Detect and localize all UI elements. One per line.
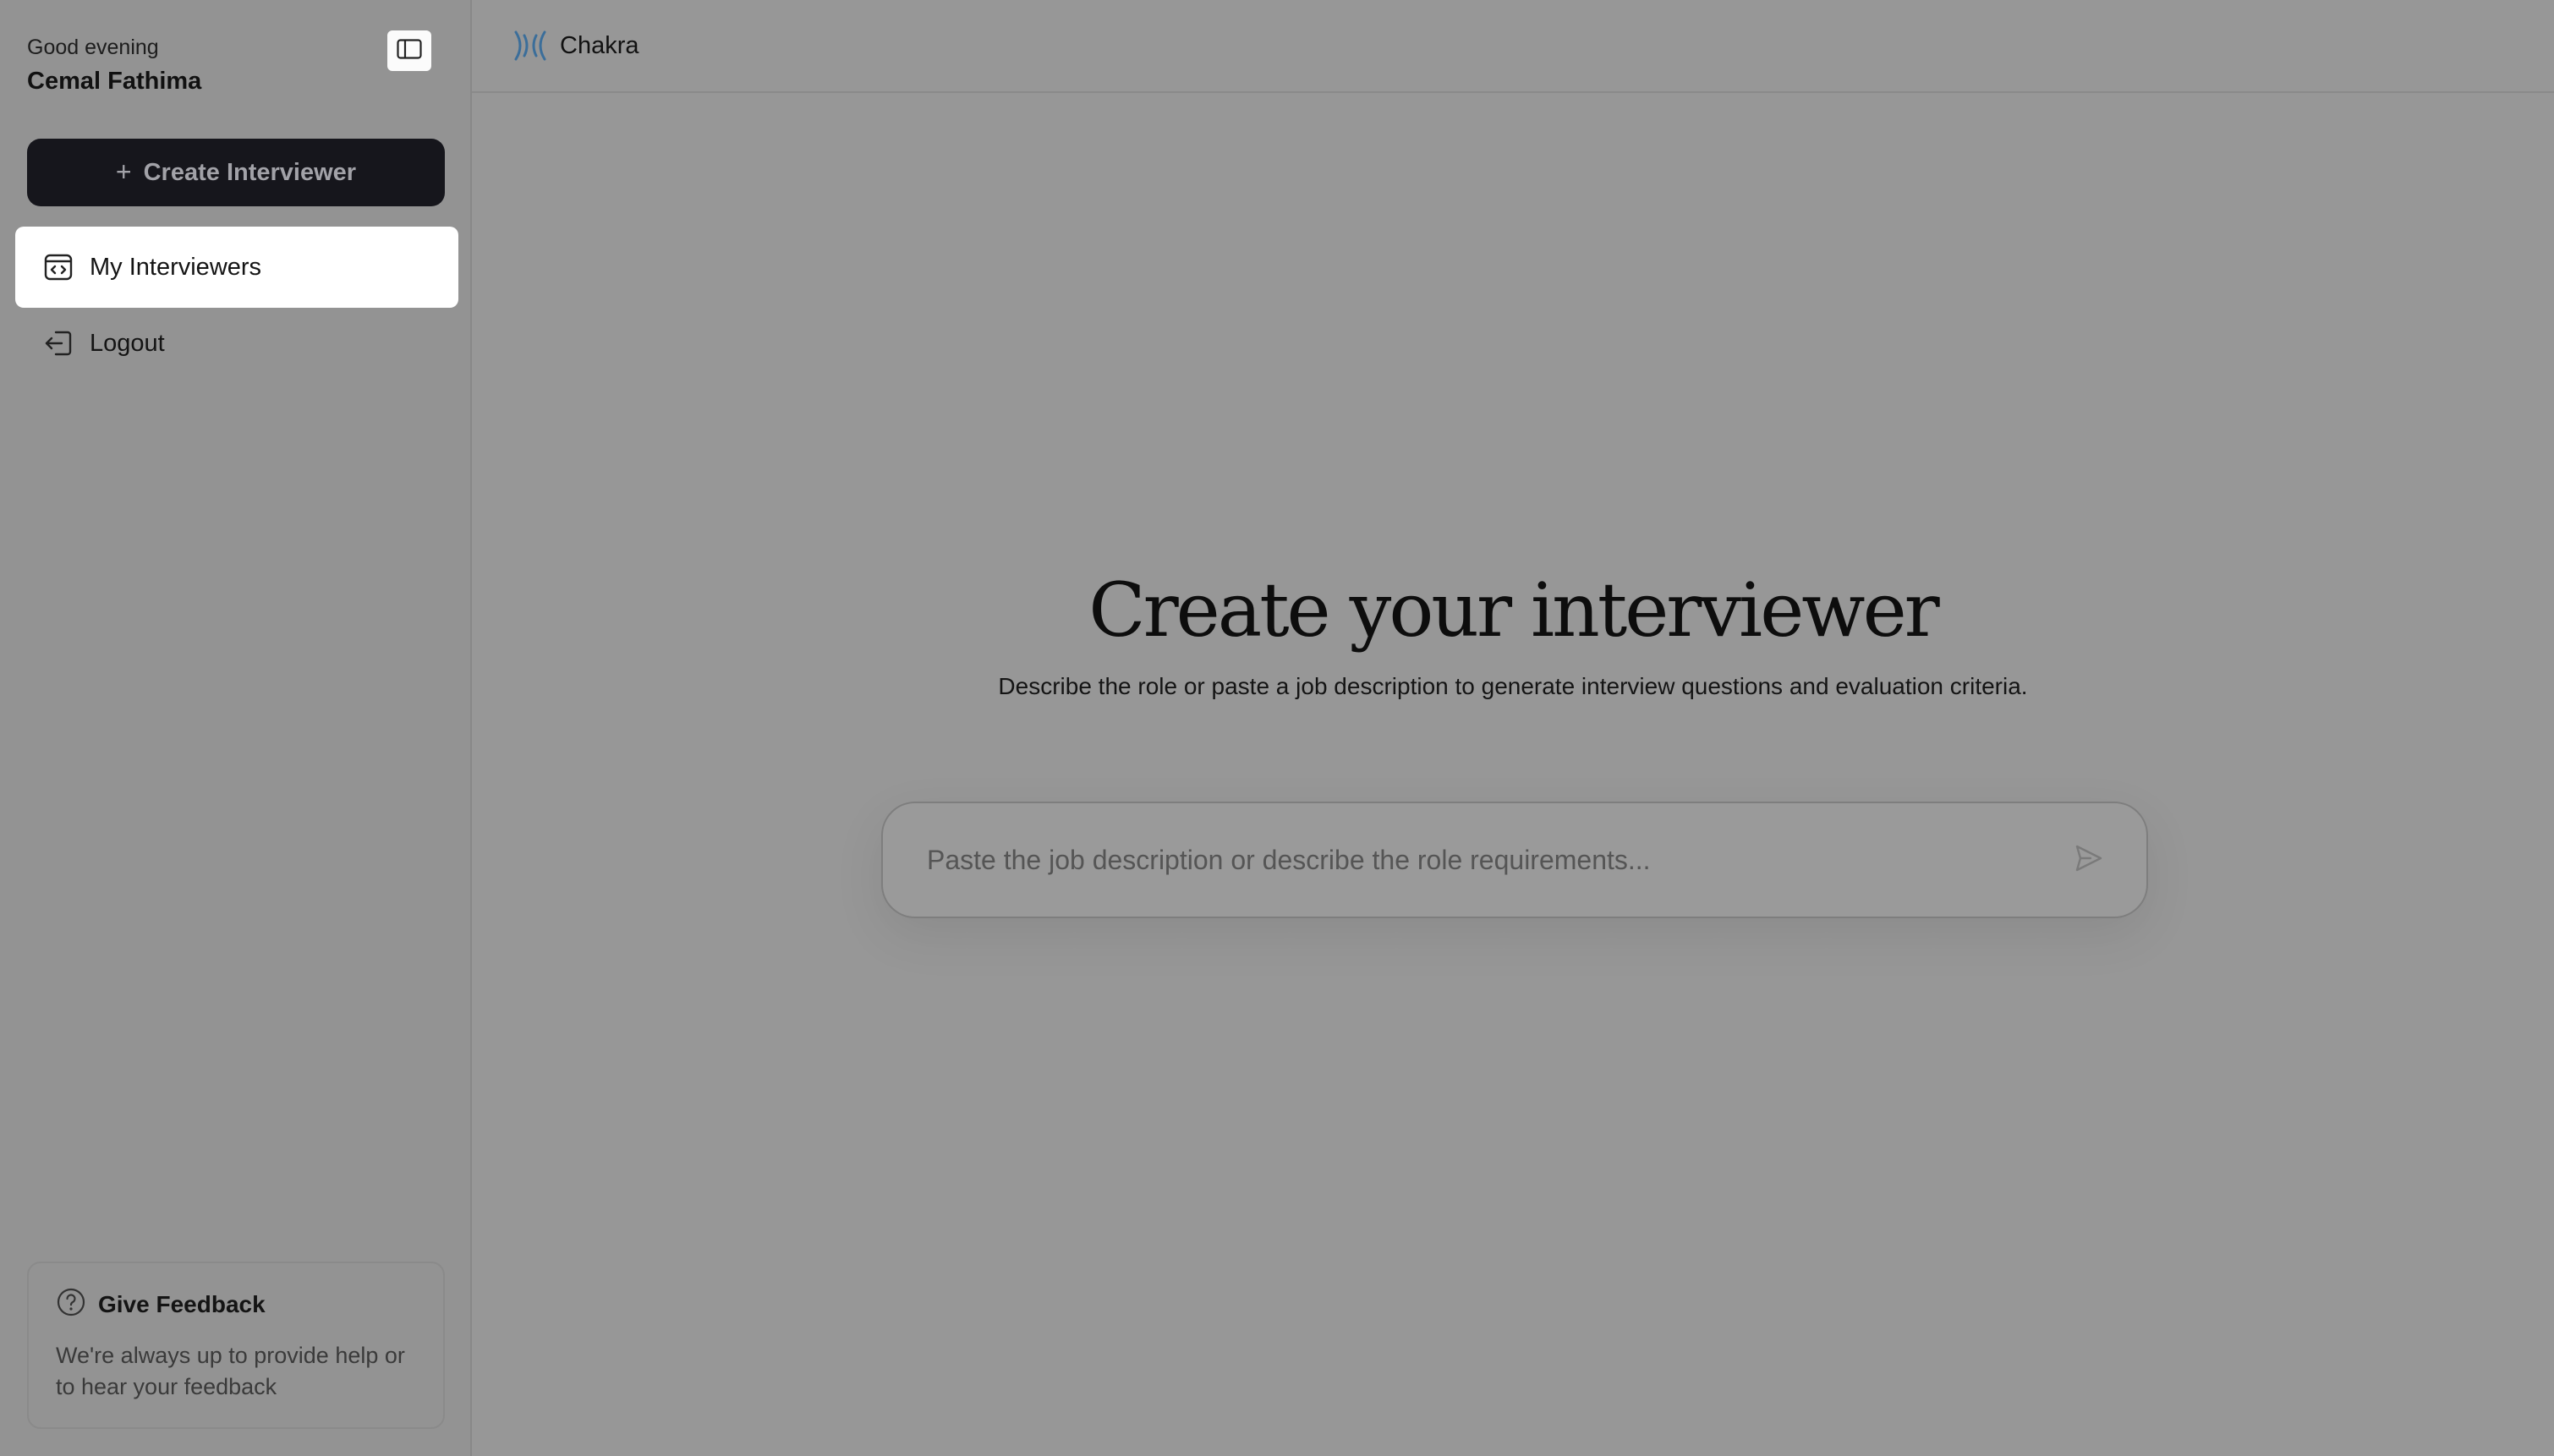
create-interviewer-button[interactable]: + Create Interviewer (27, 139, 445, 206)
code-window-icon (42, 251, 74, 283)
job-description-box (881, 802, 2148, 918)
brand-name: Chakra (560, 31, 639, 59)
page-title: Create your interviewer (1088, 567, 1940, 654)
create-interviewer-label: Create Interviewer (143, 158, 357, 186)
chakra-logo-icon (512, 29, 548, 63)
feedback-title: Give Feedback (98, 1290, 266, 1317)
user-name: Cemal Fathima (27, 68, 202, 95)
send-icon (2074, 843, 2104, 878)
feedback-text: We're always up to provide help or to he… (56, 1343, 405, 1399)
app-root: Good evening Cemal Fathima + Create Inte… (0, 0, 2554, 1456)
feedback-header: Give Feedback (56, 1287, 416, 1322)
sidebar-item-label: Logout (90, 329, 165, 357)
main-content: Chakra Create your interviewer Describe … (472, 0, 2554, 1456)
give-feedback-card[interactable]: Give Feedback We're always up to provide… (27, 1262, 445, 1429)
sidebar-toggle-icon (397, 38, 422, 63)
sidebar-item-logout[interactable]: Logout (15, 303, 458, 384)
help-circle-icon (56, 1287, 86, 1322)
plus-icon: + (115, 156, 132, 187)
sidebar-item-my-interviewers[interactable]: My Interviewers (15, 227, 458, 308)
page-subtitle: Describe the role or paste a job descrip… (998, 673, 2028, 699)
job-description-input[interactable] (925, 843, 2069, 877)
sidebar-item-label: My Interviewers (90, 253, 262, 281)
send-button[interactable] (2069, 840, 2109, 880)
sidebar: Good evening Cemal Fathima + Create Inte… (0, 0, 472, 1456)
toggle-sidebar-button[interactable] (387, 30, 431, 71)
logout-icon (42, 327, 74, 359)
greeting-text: Good evening (27, 36, 159, 59)
top-bar: Chakra (472, 0, 2554, 93)
